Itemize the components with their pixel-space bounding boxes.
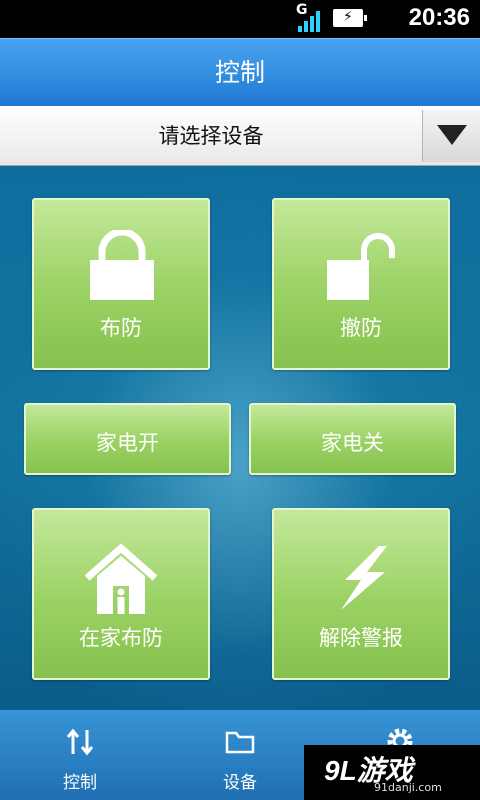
lock-closed-icon [90,230,154,300]
watermark-url: 91danji.com [374,781,442,794]
status-bar: G ⚡ 20:36 [0,0,480,38]
home-arm-label: 在家布防 [79,626,163,650]
triangle-down-icon [437,125,467,145]
nav-item-control[interactable]: 控制 [20,710,140,800]
alarm-clear-label: 解除警报 [319,626,403,650]
arm-label: 布防 [100,316,142,340]
nav-label-control: 控制 [63,773,97,793]
appliance-on-label: 家电开 [96,431,159,455]
watermark-logo: 9L游戏 91danji.com [304,745,480,800]
folder-icon [225,731,255,754]
page-title: 控制 [0,38,480,106]
lightning-icon [341,546,387,610]
house-person-icon [84,543,158,614]
updown-arrows-icon [66,728,94,756]
appliance-off-label: 家电关 [321,431,384,455]
device-dropdown-button[interactable] [422,110,480,162]
disarm-button[interactable]: 撤防 [272,198,450,370]
lock-open-icon [327,233,395,300]
alarm-clear-button[interactable]: 解除警报 [272,508,450,680]
signal-icon: G [296,2,328,34]
arm-button[interactable]: 布防 [32,198,210,370]
device-select[interactable]: 请选择设备 [0,106,480,166]
nav-label-devices: 设备 [223,773,257,793]
disarm-label: 撤防 [340,316,382,340]
nav-item-devices[interactable]: 设备 [180,710,300,800]
appliance-on-button[interactable]: 家电开 [24,403,231,475]
status-time: 20:36 [408,4,470,31]
battery-charging-icon: ⚡ [333,9,367,27]
home-arm-button[interactable]: 在家布防 [32,508,210,680]
appliance-off-button[interactable]: 家电关 [249,403,456,475]
device-select-value[interactable]: 请选择设备 [0,106,422,166]
